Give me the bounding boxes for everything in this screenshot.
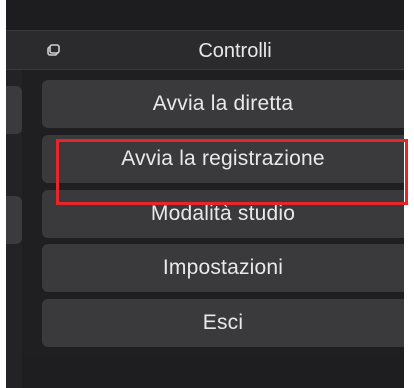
exit-button[interactable]: Esci [42,299,404,347]
studio-mode-button[interactable]: Modalità studio [42,190,404,238]
dock-title: Controlli [198,40,272,62]
dock-bottom [22,355,404,388]
adjacent-panel [6,70,22,388]
start-recording-button[interactable]: Avvia la registrazione [42,135,404,183]
dock-float-icon[interactable] [46,43,60,57]
dock-header: Controlli [6,30,404,70]
button-label: Avvia la diretta [152,92,294,115]
crop-edge-right [404,0,414,388]
settings-button[interactable]: Impostazioni [42,244,404,292]
button-label: Impostazioni [162,256,284,279]
button-label: Modalità studio [150,202,296,225]
start-streaming-button[interactable]: Avvia la diretta [42,80,404,128]
adjacent-panel-button[interactable] [6,86,22,134]
button-label: Esci [202,311,244,334]
adjacent-panel-button[interactable] [6,196,22,244]
top-strip [6,0,404,30]
obs-controls-dock: Controlli Avvia la diretta Avvia la regi… [0,0,414,388]
button-label: Avvia la registrazione [121,147,325,170]
